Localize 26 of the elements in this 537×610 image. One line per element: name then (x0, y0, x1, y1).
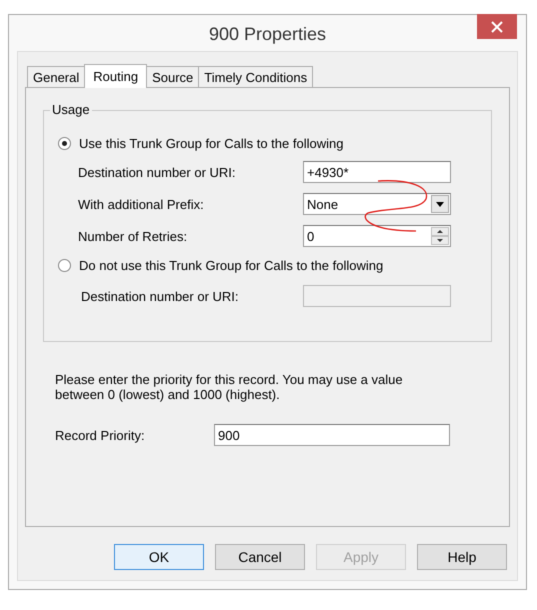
close-icon[interactable] (491, 20, 503, 32)
dialog-button[interactable]: Cancel (215, 544, 305, 570)
group-title: Usage (50, 102, 92, 117)
tab[interactable]: Timely Conditions (198, 66, 314, 87)
priority-hint: Please enter the priority for this record. You may use a value between 0 (lowest) and 1000 (highest). (55, 372, 404, 402)
dialog-button[interactable]: Help (417, 544, 507, 570)
radio-button[interactable] (58, 136, 71, 150)
radio-button[interactable] (58, 258, 71, 272)
field-label: Number of Retries: (78, 228, 188, 244)
tab[interactable]: Routing (84, 64, 148, 88)
spin-down-icon[interactable] (431, 236, 449, 245)
input-field[interactable]: +4930* (303, 161, 451, 183)
tab[interactable]: General (27, 66, 86, 87)
field-label: Record Priority: (55, 428, 146, 442)
field-label: Destination number or URI: (81, 288, 240, 304)
close-button[interactable] (477, 14, 517, 39)
window-title: 900 Properties (208, 24, 326, 44)
spinner-field[interactable]: 0 (303, 225, 451, 247)
dropdown-field[interactable]: None (303, 193, 451, 215)
input-field[interactable]: 900 (214, 424, 450, 446)
dialog-button[interactable]: OK (114, 544, 204, 570)
radio-label[interactable]: Do not use this Trunk Group for Calls to the following (79, 258, 384, 272)
spin-up-icon[interactable] (431, 227, 449, 236)
field-label: With additional Prefix: (78, 196, 205, 212)
field-label: Destination number or URI: (78, 164, 237, 180)
radio-label[interactable]: Use this Trunk Group for Calls to the following (79, 136, 344, 150)
